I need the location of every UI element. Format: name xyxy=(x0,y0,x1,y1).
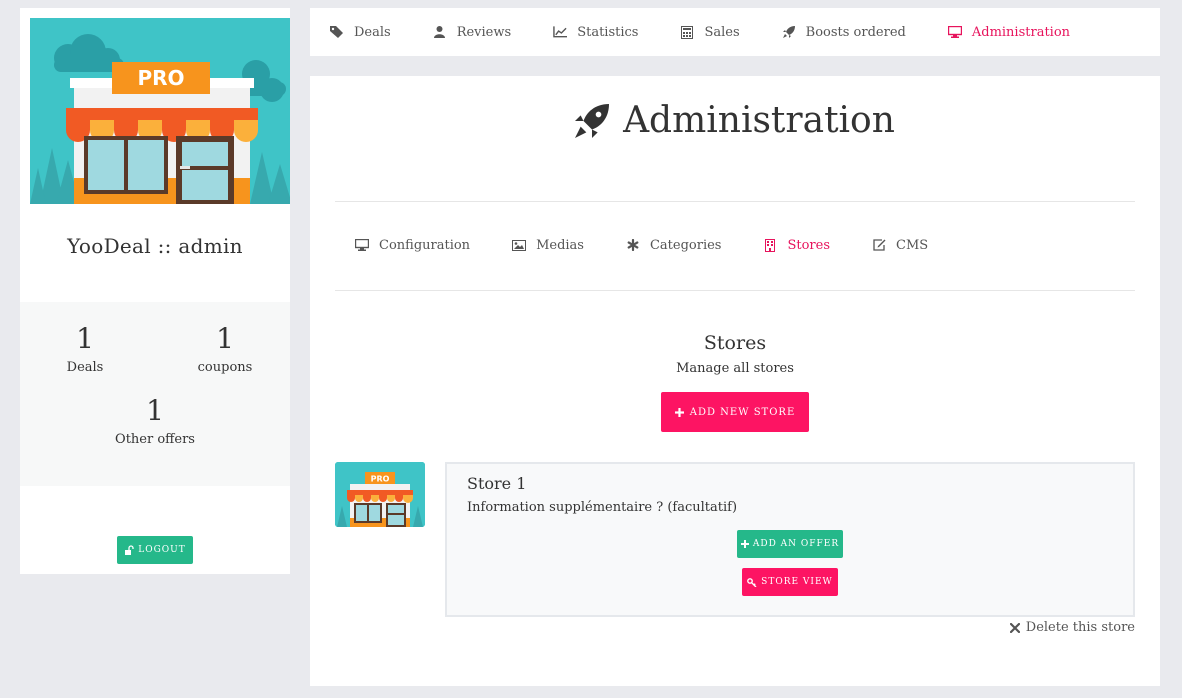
main-panel: Administration Configuration Medias Cate… xyxy=(310,76,1160,686)
sub-nav-stores-label: Stores xyxy=(787,237,831,253)
nav-item-sales-label: Sales xyxy=(704,24,740,40)
sub-nav-medias[interactable]: Medias xyxy=(512,238,584,253)
key-icon xyxy=(747,577,757,587)
add-an-offer-button[interactable]: ADD AN OFFER xyxy=(737,530,843,558)
plus-icon xyxy=(674,407,684,417)
hero-sign-text: PRO xyxy=(137,66,184,90)
asterisk-icon xyxy=(626,238,640,252)
tags-icon xyxy=(330,25,344,39)
storefront-illustration: PRO xyxy=(30,18,290,204)
nav-item-sales[interactable]: Sales xyxy=(680,24,740,40)
delete-store-link[interactable]: Delete this store xyxy=(1009,620,1135,635)
stats-panel: 1 Deals 1 coupons 1 Other offers xyxy=(20,302,290,486)
storefront-thumbnail-illustration: PRO xyxy=(335,462,425,527)
close-icon xyxy=(1009,622,1020,633)
section-subtitle: Manage all stores xyxy=(676,361,794,376)
stat-other-offers-value: 1 xyxy=(146,394,164,427)
top-nav: Deals Reviews Statistics Sales Boosts or… xyxy=(310,8,1160,56)
edit-icon xyxy=(872,238,886,252)
nav-item-reviews[interactable]: Reviews xyxy=(433,25,511,40)
sub-nav-medias-label: Medias xyxy=(536,237,584,253)
add-an-offer-label: ADD AN OFFER xyxy=(752,539,840,549)
store-thumbnail[interactable]: PRO xyxy=(335,462,425,527)
thumb-sign-text: PRO xyxy=(371,475,390,484)
nav-item-boosts-ordered[interactable]: Boosts ordered xyxy=(782,25,906,40)
nav-item-reviews-label: Reviews xyxy=(456,24,512,40)
divider xyxy=(335,201,1135,202)
nav-item-statistics-label: Statistics xyxy=(577,24,639,40)
store-view-label: STORE VIEW xyxy=(761,577,833,587)
sub-nav-stores[interactable]: Stores xyxy=(763,238,830,253)
section-title: Stores xyxy=(703,332,767,354)
plus-icon xyxy=(740,540,749,548)
rocket-icon xyxy=(782,25,796,39)
sub-nav-cms-label: CMS xyxy=(896,237,929,253)
stat-deals-label: Deals xyxy=(66,360,104,375)
rocket-icon xyxy=(575,103,610,138)
store-name: Store 1 xyxy=(467,474,527,493)
stat-other-offers-label: Other offers xyxy=(115,432,195,447)
sidebar: PRO YooDeal :: admin 1 Deals 1 coupons 1… xyxy=(20,8,290,574)
unlock-icon xyxy=(125,545,134,555)
store-hero-image: PRO xyxy=(30,18,290,204)
user-icon xyxy=(433,25,447,39)
stat-deals: 1 Deals xyxy=(15,322,155,375)
page-title: Administration xyxy=(310,100,1160,141)
desktop-icon xyxy=(947,25,962,39)
divider xyxy=(335,290,1135,291)
sub-nav-configuration[interactable]: Configuration xyxy=(355,238,470,253)
sub-nav-configuration-label: Configuration xyxy=(379,237,471,253)
user-name: YooDeal :: admin xyxy=(67,234,243,258)
store-card: Store 1 Information supplémentaire ? (fa… xyxy=(445,462,1135,617)
stat-coupons: 1 coupons xyxy=(155,322,295,375)
sub-nav-categories-label: Categories xyxy=(649,237,722,253)
store-view-button[interactable]: STORE VIEW xyxy=(742,568,838,596)
logout-button[interactable]: LOGOUT xyxy=(117,536,193,564)
delete-store-label: Delete this store xyxy=(1025,620,1135,635)
stat-coupons-value: 1 xyxy=(216,322,234,355)
image-icon xyxy=(512,238,527,252)
add-new-store-label: ADD NEW STORE xyxy=(689,406,796,418)
nav-item-deals[interactable]: Deals xyxy=(330,25,391,40)
nav-item-statistics[interactable]: Statistics xyxy=(553,25,638,40)
nav-item-boosts-ordered-label: Boosts ordered xyxy=(805,24,906,40)
admin-sub-nav: Configuration Medias Categories Stores C… xyxy=(355,234,928,256)
page-title-text: Administration xyxy=(623,100,895,141)
add-new-store-button[interactable]: ADD NEW STORE xyxy=(661,392,809,432)
store-info: Information supplémentaire ? (facultatif… xyxy=(467,500,738,515)
sub-nav-cms[interactable]: CMS xyxy=(872,238,928,253)
logout-label: LOGOUT xyxy=(138,545,186,555)
line-chart-icon xyxy=(553,25,568,39)
nav-item-administration[interactable]: Administration xyxy=(947,24,1071,40)
nav-item-deals-label: Deals xyxy=(354,24,391,40)
stat-deals-value: 1 xyxy=(76,322,94,355)
stat-coupons-label: coupons xyxy=(197,360,253,375)
nav-item-administration-label: Administration xyxy=(971,24,1071,40)
sub-nav-categories[interactable]: Categories xyxy=(626,237,722,253)
calculator-icon xyxy=(680,25,694,39)
stat-other-offers: 1 Other offers xyxy=(85,394,225,447)
building-icon xyxy=(763,238,777,252)
desktop-icon xyxy=(355,238,369,252)
